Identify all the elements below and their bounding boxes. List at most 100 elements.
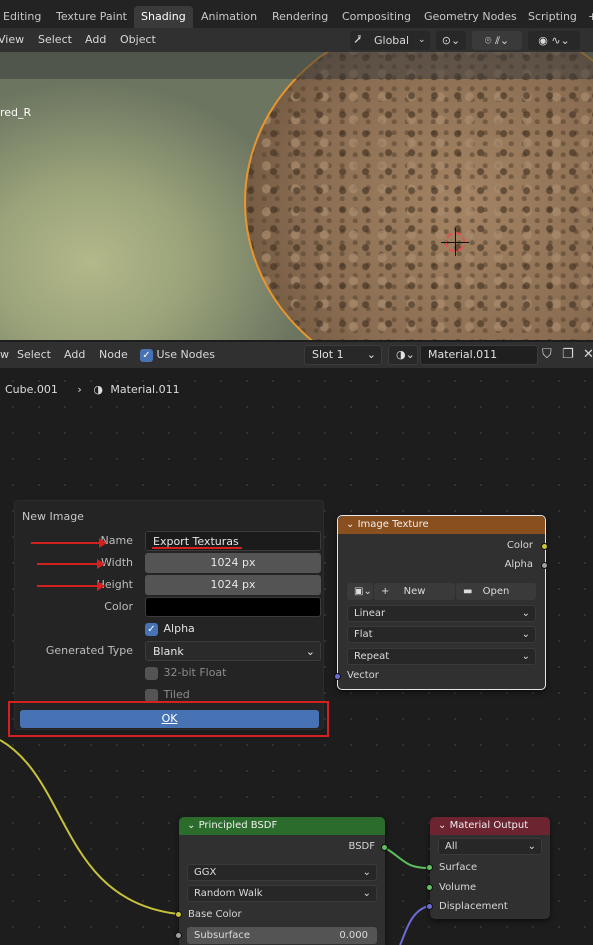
input-base-color: Base Color [188, 909, 242, 920]
subsurface-slider[interactable]: Subsurface 0.000 [187, 927, 377, 944]
socket-subsurface[interactable] [175, 932, 182, 939]
height-field[interactable]: 1024 px [145, 575, 321, 595]
principled-bsdf-node[interactable]: ⌄ Principled BSDF BSDF GGX ⌄ Random Walk ⌄… [175, 817, 388, 945]
use-nodes-toggle[interactable]: ✓ Use Nodes [140, 348, 215, 362]
folder-icon: ▬ [463, 586, 473, 597]
annotation-arrow-name [31, 538, 107, 548]
tiled-toggle[interactable]: Tiled [145, 688, 190, 702]
viewport-header: View Select Add Object ⭷ Global ⌄ ⊙⌄ ⌾ ⫽… [0, 28, 593, 52]
chevron-down-icon: ⌄ [305, 645, 315, 658]
material-sphere-icon: ◑⌄ [396, 348, 415, 361]
tab-editing[interactable]: Editing [0, 6, 48, 28]
distribution-dropdown[interactable]: GGX ⌄ [187, 864, 377, 881]
socket-displacement[interactable] [426, 903, 433, 910]
socket-bsdf[interactable] [381, 844, 388, 851]
fake-user-shield-icon[interactable]: ⛉ [542, 347, 552, 362]
output-target-dropdown[interactable]: All ⌄ [438, 838, 542, 855]
tab-rendering[interactable]: Rendering [265, 6, 335, 28]
interpolation-dropdown[interactable]: Linear ⌄ [347, 605, 536, 622]
duplicate-material-icon[interactable]: ❐ [562, 347, 574, 362]
output-alpha: Alpha [504, 559, 533, 570]
output-bsdf: BSDF [348, 841, 375, 852]
breadcrumb: Cube.001 › ◑ Material.011 [5, 383, 180, 396]
chevron-down-icon: ⌄ [362, 888, 371, 899]
color-swatch[interactable] [145, 597, 321, 617]
chevron-down-icon: ⌄ [521, 608, 530, 619]
socket-vector[interactable] [334, 673, 341, 680]
socket-alpha[interactable] [541, 562, 548, 569]
input-volume: Volume [439, 882, 477, 893]
width-label: Width [101, 556, 133, 569]
tab-compositing[interactable]: Compositing [335, 6, 418, 28]
alpha-toggle[interactable]: ✓ Alpha [145, 622, 195, 636]
menu-add[interactable]: Add [85, 33, 106, 46]
dialog-title: New Image [22, 510, 84, 523]
chevron-down-icon: ⌄ [346, 519, 355, 530]
menu-node-add[interactable]: Add [64, 348, 85, 361]
proportional-edit-icon[interactable]: ◉ ∿⌄ [528, 31, 580, 50]
projection-dropdown[interactable]: Flat ⌄ [347, 626, 536, 643]
plus-icon: + [381, 586, 390, 597]
menu-view-edge[interactable]: w [0, 348, 9, 361]
socket-color[interactable] [541, 543, 548, 550]
browse-material-button[interactable]: ◑⌄ [388, 345, 418, 365]
slot-dropdown[interactable]: Slot 1 ⌄ [304, 345, 382, 365]
snap-icon[interactable]: ⌾ ⫽⌄ [472, 31, 522, 50]
input-vector: Vector [347, 670, 379, 681]
selected-sphere-object[interactable] [244, 52, 593, 340]
open-image-button[interactable]: ▬ Open [456, 583, 536, 600]
annotation-underline [152, 547, 242, 549]
image-browse-button[interactable]: ▣⌄ [347, 583, 373, 600]
generated-type-dropdown[interactable]: Blank ⌄ [145, 641, 321, 661]
viewport-tool-header [0, 52, 593, 79]
new-image-dialog: New Image Name Export Texturas Width 102… [14, 500, 324, 730]
alpha-checkbox[interactable]: ✓ [145, 622, 158, 636]
new-image-button[interactable]: + New [374, 583, 455, 600]
tab-scripting[interactable]: Scripting [521, 6, 584, 28]
chevron-down-icon: ⌄ [521, 651, 530, 662]
node-header[interactable]: ⌄ Material Output [430, 817, 550, 835]
generated-type-label: Generated Type [45, 644, 133, 657]
pivot-point-icon[interactable]: ⊙⌄ [436, 31, 466, 50]
output-color: Color [506, 540, 533, 551]
image-texture-node[interactable]: ⌄ Image Texture Color Alpha ▣⌄ + New ▬ O… [334, 515, 548, 690]
material-output-node[interactable]: ⌄ Material Output All ⌄ Surface Volume Di… [426, 817, 550, 919]
chevron-down-icon: ⌄ [527, 841, 536, 852]
chevron-down-icon: ⌄ [187, 820, 196, 831]
menu-view[interactable]: View [0, 33, 24, 46]
add-workspace-icon[interactable]: + [581, 6, 593, 28]
width-field[interactable]: 1024 px [145, 553, 321, 573]
material-name-field[interactable]: Material.011 [420, 345, 538, 365]
breadcrumb-material: Material.011 [110, 383, 180, 396]
extension-dropdown[interactable]: Repeat ⌄ [347, 648, 536, 665]
menu-node[interactable]: Node [99, 348, 128, 361]
3d-cursor-icon[interactable] [441, 228, 469, 256]
image-icon: ▣⌄ [354, 586, 372, 597]
float-toggle[interactable]: 32-bit Float [145, 666, 226, 680]
3d-viewport[interactable]: red_R [0, 52, 593, 340]
unlink-material-icon[interactable]: ✕ [583, 347, 593, 362]
socket-volume[interactable] [426, 884, 433, 891]
chevron-down-icon: ⌄ [362, 867, 371, 878]
transform-orientation-dropdown[interactable]: ⭷ Global ⌄ [350, 31, 430, 50]
node-editor-header: w Select Add Node ✓ Use Nodes Slot 1 ⌄ ◑… [0, 342, 593, 368]
tab-shading[interactable]: Shading [134, 6, 193, 28]
ok-button[interactable]: OK [20, 710, 319, 728]
subsurface-method-dropdown[interactable]: Random Walk ⌄ [187, 885, 377, 902]
tab-texture-paint[interactable]: Texture Paint [49, 6, 134, 28]
socket-base-color[interactable] [175, 911, 182, 918]
tab-animation[interactable]: Animation [194, 6, 264, 28]
orientation-icon: ⭷ [354, 33, 362, 47]
tiled-checkbox[interactable] [145, 688, 158, 702]
use-nodes-checkbox[interactable]: ✓ [140, 348, 153, 362]
tab-geometry-nodes[interactable]: Geometry Nodes [417, 6, 524, 28]
annotation-arrow-width [37, 559, 105, 569]
node-header[interactable]: ⌄ Principled BSDF [179, 817, 385, 835]
node-header[interactable]: ⌄ Image Texture [338, 516, 545, 534]
float-checkbox[interactable] [145, 666, 158, 680]
menu-select[interactable]: Select [38, 33, 72, 46]
socket-surface[interactable] [426, 864, 433, 871]
menu-object[interactable]: Object [120, 33, 156, 46]
menu-node-select[interactable]: Select [17, 348, 51, 361]
breadcrumb-separator-icon: › [77, 383, 82, 396]
